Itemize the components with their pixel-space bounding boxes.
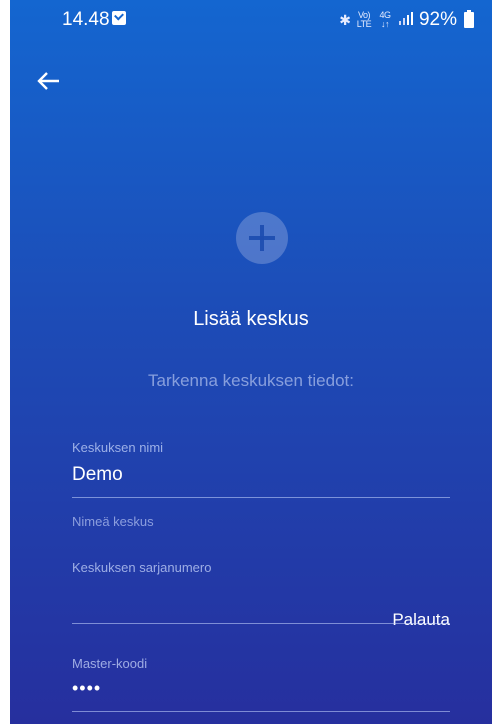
master-code-label: Master-koodi — [72, 656, 148, 671]
volte-icon: Vo) LTE — [356, 10, 372, 29]
page-subtitle: Tarkenna keskuksen tiedot: — [147, 371, 354, 390]
bluetooth-icon: ✱ — [339, 12, 351, 28]
page-title: Lisää keskus — [193, 308, 309, 330]
hub-name-underline — [72, 497, 450, 498]
network-4g-icon: 4G ↓↑ — [379, 10, 391, 29]
battery-percent: 92% — [418, 9, 457, 30]
hub-serial-field[interactable]: Keskuksen sarjanumero Palauta — [72, 560, 450, 629]
master-code-value[interactable]: •••• — [72, 678, 101, 699]
hub-name-label: Keskuksen nimi — [72, 440, 164, 455]
back-button[interactable] — [34, 66, 64, 96]
hub-name-helper: Nimeä keskus — [72, 514, 154, 529]
status-time: 14.48 — [62, 9, 110, 30]
hub-name-field[interactable]: Keskuksen nimi Demo — [72, 440, 450, 500]
arrow-left-icon — [37, 72, 59, 90]
status-icons: ✱ Vo) LTE 4G ↓↑ 92% — [339, 9, 474, 31]
hub-serial-label: Keskuksen sarjanumero — [72, 560, 212, 575]
signal-icon — [398, 11, 414, 29]
plus-circle-icon — [236, 212, 288, 264]
status-bar: 14.48 ✱ Vo) LTE 4G ↓↑ 92% — [10, 0, 492, 40]
hub-name-value[interactable]: Demo — [72, 464, 123, 486]
hub-serial-underline — [72, 623, 450, 624]
master-code-underline — [72, 711, 450, 712]
app-screen: 14.48 ✱ Vo) LTE 4G ↓↑ 92% Lisää keskus T… — [10, 0, 492, 724]
notification-check-icon — [112, 11, 126, 25]
master-code-field[interactable]: Master-koodi •••• — [72, 656, 450, 716]
restore-button[interactable]: Palauta — [392, 610, 450, 630]
battery-icon — [464, 10, 474, 28]
